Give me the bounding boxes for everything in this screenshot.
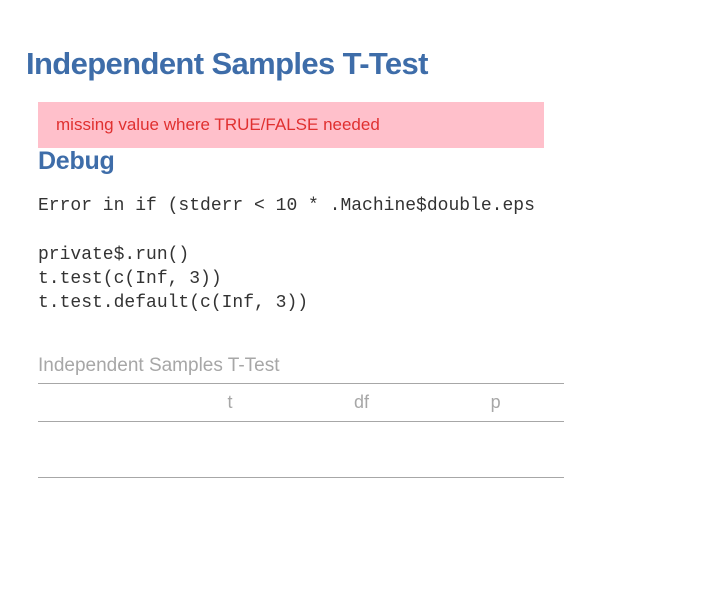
table-caption: Independent Samples T-Test <box>38 355 564 377</box>
error-banner: missing value where TRUE/FALSE needed <box>38 102 544 148</box>
table-header-p: p <box>427 384 564 422</box>
table-header-blank <box>38 384 164 422</box>
table-row <box>38 450 564 478</box>
results-table: t df p <box>38 383 564 478</box>
table-header-df: df <box>296 384 428 422</box>
table-row <box>38 422 564 450</box>
page-title: Independent Samples T-Test <box>26 46 694 82</box>
table-header-t: t <box>164 384 296 422</box>
debug-heading: Debug <box>38 147 694 176</box>
debug-code: Error in if (stderr < 10 * .Machine$doub… <box>38 194 694 315</box>
